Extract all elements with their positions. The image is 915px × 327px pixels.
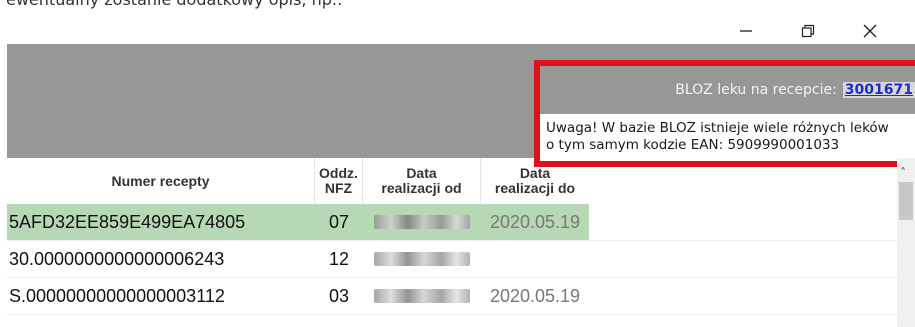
header-date-to[interactable]: Data realizacji do <box>481 158 589 204</box>
restore-button[interactable] <box>777 16 839 46</box>
cell-date-to: 2020.05.19 <box>489 285 581 306</box>
restore-icon <box>801 24 815 38</box>
bloz-code-link[interactable]: 3001671 <box>842 82 915 98</box>
bloz-warning: Uwaga! W bazie BLOZ istnieje wiele różny… <box>540 114 915 161</box>
prescription-table: Numer recepty Oddz. NFZ Data realizacji … <box>7 158 897 315</box>
cell-nfz: 07 <box>315 204 363 240</box>
cell-number: 30.0000000000000006243 <box>9 248 225 269</box>
cell-number: S.00000000000000003112 <box>9 285 225 306</box>
cell-date-from <box>363 241 481 277</box>
scroll-thumb[interactable] <box>899 182 913 220</box>
table-row[interactable]: 5AFD32EE859E499EA74805 07 2020.05.19 <box>7 204 897 241</box>
cell-date-from <box>363 204 481 240</box>
close-button[interactable] <box>839 16 901 46</box>
scroll-up-icon[interactable]: ˄ <box>900 166 906 180</box>
bloz-highlight-panel: BLOZ leku na recepcie: 3001671 Uwaga! W … <box>534 60 915 167</box>
cell-date-to: 2020.05.19 <box>481 204 589 240</box>
header-date-from[interactable]: Data realizacji od <box>363 158 481 204</box>
window-controls <box>715 16 901 46</box>
bloz-label: BLOZ leku na recepcie: <box>675 82 837 98</box>
minimize-icon <box>739 24 753 38</box>
cropped-document-text: ewentualny zostanie dodatkowy opis, np.: <box>6 0 342 12</box>
cell-date-from <box>363 278 481 314</box>
cell-date-to <box>481 241 589 277</box>
header-nfz[interactable]: Oddz. NFZ <box>315 158 363 204</box>
table-row[interactable]: S.00000000000000003112 03 2020.05.19 <box>7 278 897 315</box>
redacted-value <box>374 252 470 266</box>
redacted-value <box>374 289 470 303</box>
redacted-value <box>374 215 470 229</box>
cell-nfz: 12 <box>328 248 350 269</box>
bloz-info: BLOZ leku na recepcie: 3001671 <box>540 66 915 114</box>
cell-nfz: 03 <box>328 285 350 306</box>
close-icon <box>863 24 877 38</box>
table-header: Numer recepty Oddz. NFZ Data realizacji … <box>7 158 897 204</box>
bloz-warning-line-2: o tym samym kodzie EAN: 5909990001033 <box>546 137 840 153</box>
header-number[interactable]: Numer recepty <box>7 158 315 204</box>
minimize-button[interactable] <box>715 16 777 46</box>
bloz-warning-line-1: Uwaga! W bazie BLOZ istnieje wiele różny… <box>546 120 889 136</box>
cell-number: 5AFD32EE859E499EA74805 <box>7 204 315 240</box>
table-row[interactable]: 30.0000000000000006243 12 <box>7 241 897 278</box>
vertical-scrollbar[interactable]: ˄ <box>897 158 915 327</box>
